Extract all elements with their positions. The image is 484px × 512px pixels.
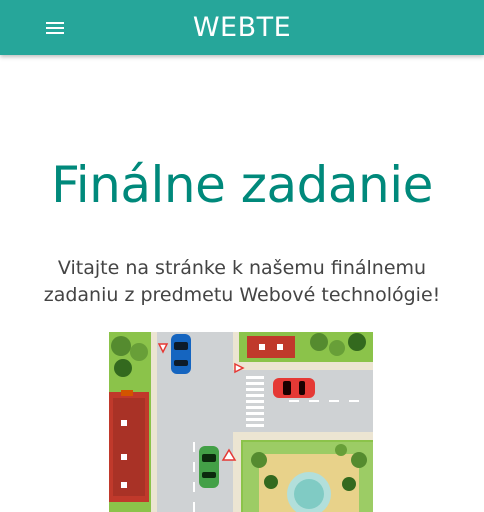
top-navbar: WEBTE [0, 0, 484, 55]
red-car [273, 378, 315, 398]
intro-text: Vitajte na stránke k našemu finálnemu za… [43, 257, 441, 306]
intersection-illustration [109, 332, 373, 512]
blue-car [171, 334, 191, 374]
crosswalk [246, 376, 264, 427]
page-title: Finálne zadanie [51, 156, 433, 214]
green-car [199, 446, 219, 488]
brand-logo[interactable]: WEBTE [193, 12, 291, 43]
brand-logo-container: WEBTE [0, 11, 484, 45]
